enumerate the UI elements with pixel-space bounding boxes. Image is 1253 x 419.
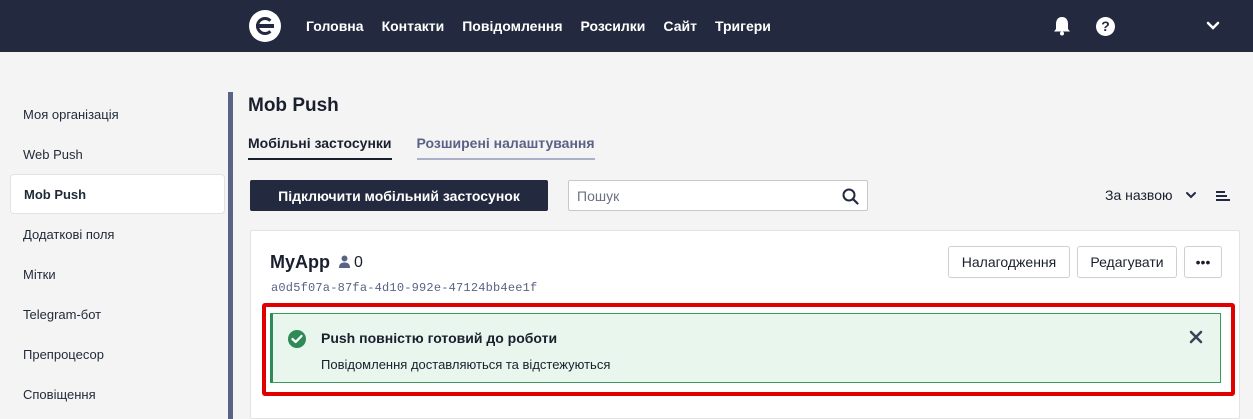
sidebar-item-organization[interactable]: Моя організація: [10, 94, 225, 134]
sort-dropdown[interactable]: За назвою: [1105, 187, 1172, 203]
close-icon[interactable]: [1189, 330, 1203, 344]
app-name: MyApp: [270, 252, 330, 272]
search-icon[interactable]: [842, 188, 859, 205]
check-circle-icon: [288, 330, 306, 348]
sidebar-item-mob-push[interactable]: Mob Push: [10, 174, 225, 214]
help-icon-glyph: ?: [1096, 16, 1115, 36]
success-alert: Push повністю готовий до роботи Повідомл…: [270, 313, 1221, 383]
tab-mobile-apps[interactable]: Мобільні застосунки: [248, 135, 392, 160]
sidebar-item-telegram-bot[interactable]: Telegram-бот: [10, 294, 225, 334]
sidebar-item-notifications[interactable]: Сповіщення: [10, 374, 225, 414]
sort-order-icon[interactable]: [1216, 190, 1230, 202]
sidebar-item-custom-fields[interactable]: Додаткові поля: [10, 214, 225, 254]
debug-button[interactable]: Налагодження: [948, 246, 1070, 278]
bell-icon[interactable]: [1053, 0, 1071, 52]
sidebar-item-preprocessor[interactable]: Препроцесор: [10, 334, 225, 374]
page-title: Mob Push: [248, 95, 339, 116]
sidebar: Моя організація Web Push Mob Push Додатк…: [10, 94, 225, 414]
nav-item-campaigns[interactable]: Розсилки: [581, 18, 646, 34]
nav-item-triggers[interactable]: Тригери: [715, 18, 771, 34]
tabs: Мобільні застосунки Розширені налаштуван…: [248, 135, 595, 160]
more-options-button[interactable]: •••: [1184, 246, 1222, 278]
nav-item-contacts[interactable]: Контакти: [382, 18, 445, 34]
search-input[interactable]: [577, 186, 837, 206]
connect-app-button[interactable]: Підключити мобільний застосунок: [250, 180, 548, 211]
user-count: 0: [354, 254, 363, 271]
sidebar-item-web-push[interactable]: Web Push: [10, 134, 225, 174]
nav-item-messages[interactable]: Повідомлення: [462, 18, 562, 34]
tab-advanced-settings[interactable]: Розширені налаштування: [416, 135, 595, 160]
top-navbar: Головна Контакти Повідомлення Розсилки С…: [0, 0, 1253, 52]
sidebar-divider: [228, 92, 233, 419]
user-icon: [339, 255, 350, 268]
nav-item-site[interactable]: Сайт: [663, 18, 697, 34]
main-nav: Головна Контакти Повідомлення Розсилки С…: [306, 0, 789, 52]
alert-text: Повідомлення доставляються та відстежуют…: [321, 357, 611, 372]
alert-title: Push повністю готовий до роботи: [321, 330, 558, 346]
help-icon[interactable]: ?: [1096, 0, 1115, 52]
chevron-down-icon[interactable]: [1185, 191, 1197, 199]
chevron-down-icon[interactable]: [1206, 0, 1220, 52]
sidebar-item-tags[interactable]: Мітки: [10, 254, 225, 294]
search-box: [568, 180, 868, 211]
logo-icon[interactable]: [249, 10, 281, 42]
app-id: a0d5f07a-87fa-4d10-992e-47124bb4ee1f: [271, 281, 538, 295]
edit-button[interactable]: Редагувати: [1077, 246, 1177, 278]
nav-item-home[interactable]: Головна: [306, 18, 364, 34]
